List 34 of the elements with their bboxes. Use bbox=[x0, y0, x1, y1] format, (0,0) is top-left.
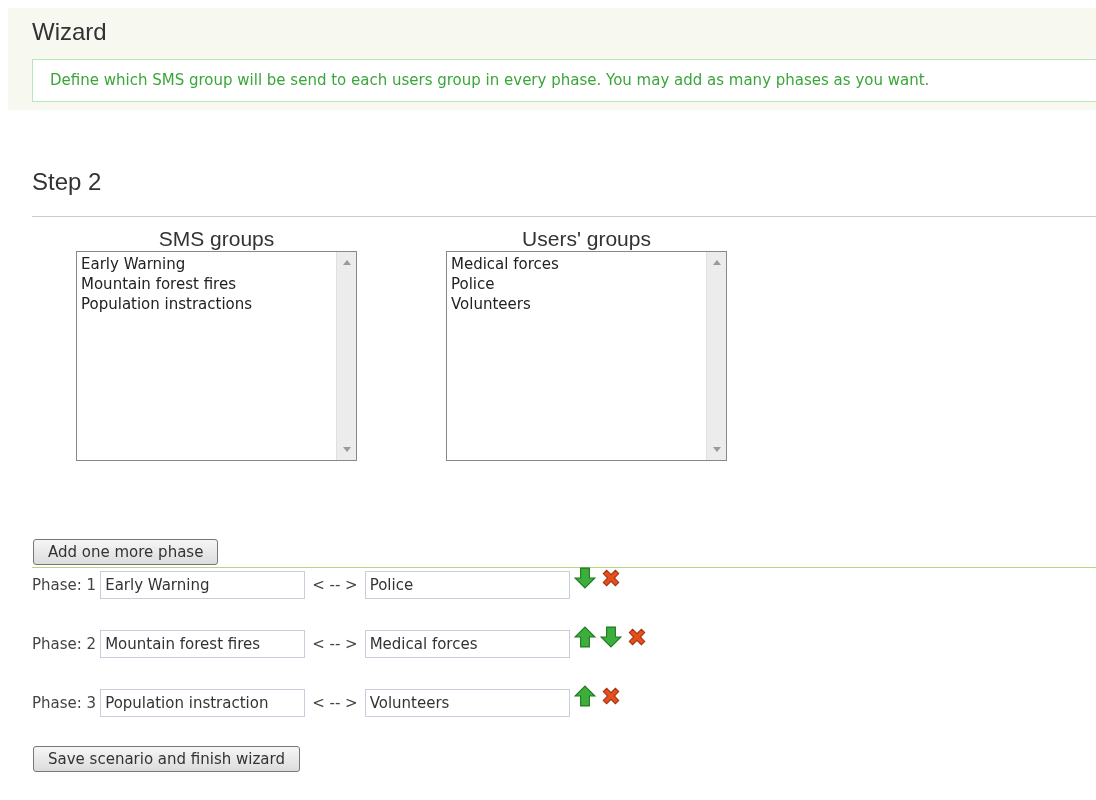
save-button[interactable]: Save scenario and finish wizard bbox=[33, 746, 300, 772]
users-group-field[interactable]: Medical forces bbox=[364, 630, 570, 658]
list-item[interactable]: Medical forces bbox=[451, 254, 559, 274]
arrow-down-icon[interactable] bbox=[599, 626, 622, 648]
list-heading: Users' groups bbox=[521, 227, 652, 251]
list-box[interactable]: Early Warning Mountain forest fires Population instractions bbox=[76, 251, 357, 461]
arrow-down-icon[interactable] bbox=[573, 567, 596, 589]
list-item[interactable]: Mountain forest fires bbox=[81, 274, 236, 294]
delete-icon[interactable] bbox=[599, 567, 622, 589]
phase-label: Phase: 2 bbox=[32, 635, 97, 653]
sms-group-field[interactable]: Early Warning bbox=[100, 571, 306, 599]
users-group-field[interactable]: Police bbox=[364, 571, 570, 599]
delete-icon[interactable] bbox=[599, 685, 622, 707]
separator-text: < -- > bbox=[312, 635, 358, 653]
delete-icon[interactable] bbox=[625, 626, 648, 648]
info-message: Define which SMS group will be send to each users group in every phase. You may add as many phases as you want. bbox=[32, 59, 1096, 102]
list-item[interactable]: Early Warning bbox=[81, 254, 186, 274]
phase-label: Phase: 3 bbox=[32, 694, 97, 712]
sms-group-field[interactable]: Population instraction bbox=[100, 689, 306, 717]
separator-text: < -- > bbox=[312, 576, 358, 594]
arrow-up-icon[interactable] bbox=[573, 685, 596, 707]
sms-group-field[interactable]: Mountain forest fires bbox=[100, 630, 306, 658]
phase-label: Phase: 1 bbox=[32, 576, 97, 594]
list-box[interactable]: Medical forces Police Volunteers bbox=[446, 251, 727, 461]
page-title: Wizard bbox=[32, 18, 108, 46]
separator-text: < -- > bbox=[312, 694, 358, 712]
step-title: Step 2 bbox=[32, 168, 103, 196]
users-group-field[interactable]: Volunteers bbox=[364, 689, 570, 717]
list-item[interactable]: Volunteers bbox=[451, 294, 531, 314]
list-item[interactable]: Population instractions bbox=[81, 294, 253, 314]
arrow-up-icon[interactable] bbox=[573, 626, 596, 648]
list-item[interactable]: Police bbox=[451, 274, 495, 294]
list-heading: SMS groups bbox=[157, 227, 276, 251]
add-phase-button[interactable]: Add one more phase bbox=[33, 539, 219, 565]
